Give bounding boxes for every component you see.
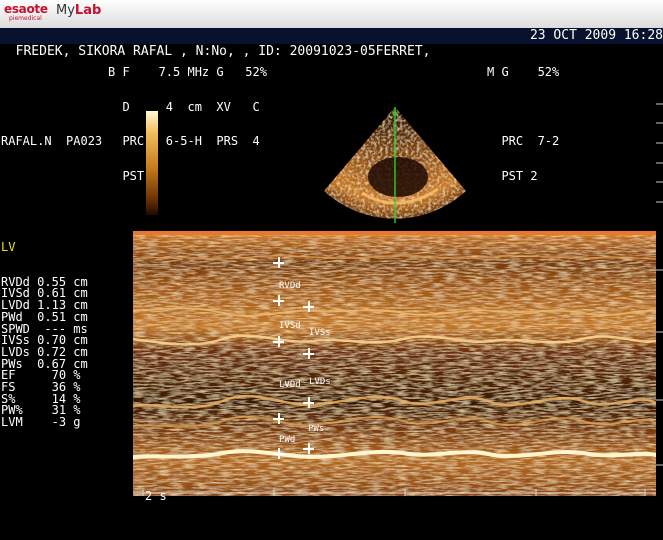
depth-scale xyxy=(656,103,663,466)
bmode-param-line: PRC 6-5-H PRS 4 xyxy=(108,134,260,149)
caliper-marker-ivsd-start[interactable] xyxy=(273,295,284,306)
mmode-param-line: PRC 7-2 xyxy=(487,134,560,149)
mmode-trace-image xyxy=(133,231,656,496)
measurement-label: LVM xyxy=(1,415,30,430)
measurement-group-label: LV xyxy=(1,239,16,254)
measurement-value: -3 xyxy=(37,415,67,430)
caliper-marker-pws-end[interactable] xyxy=(303,443,314,454)
mylab-logo: MyLab xyxy=(56,3,101,18)
exam-datetime: 23 OCT 2009 16:28 xyxy=(529,28,663,43)
caliper-marker-lvdd-end[interactable] xyxy=(273,413,284,424)
rvdd-label: RVDd xyxy=(279,281,301,291)
operator-id: RAFAL.N PA023 xyxy=(1,134,103,149)
measurement-rows: RVDd 0.55 cm IVSd 0.61 cm LVDd 1.13 cm PWd … xyxy=(1,276,102,430)
esaote-logo: esaote xyxy=(4,2,48,16)
mylab-logo-suffix: Lab xyxy=(74,3,102,18)
pws-label: PWs xyxy=(308,424,325,434)
ivss-label: IVSs xyxy=(309,328,331,338)
bmode-param-line: B F 7.5 MHz G 52% xyxy=(108,65,267,79)
mmode-parameters: M G 52% PRC 7-2 PST 2 xyxy=(487,44,559,194)
ventricle-cavity xyxy=(368,157,428,197)
mmode-param-line xyxy=(487,102,559,114)
caliper-marker-ivss-start[interactable] xyxy=(303,301,314,312)
patient-info-bar: FREDEK, SIKORA RAFAL , N:No, , ID: 20091… xyxy=(0,28,663,59)
mylab-logo-prefix: My xyxy=(56,3,75,18)
cursor-marker xyxy=(393,111,397,115)
caliper-marker-lvds-end[interactable] xyxy=(303,397,314,408)
bmode-sector-image xyxy=(324,107,466,223)
brand-bar: esaote piemedical MyLab xyxy=(0,0,663,28)
bmode-param-line: D 4 cm XV C xyxy=(108,99,260,114)
esaote-logo-subtitle: piemedical xyxy=(9,15,42,22)
mmode-param-line: PST 2 xyxy=(487,169,538,184)
mmode-param-line: M G 52% xyxy=(487,65,560,79)
caliper-marker-lvds-start[interactable] xyxy=(303,348,314,359)
time-scale-label: 2 s xyxy=(145,489,167,503)
color-map-bar xyxy=(146,111,158,215)
mmode-top-band xyxy=(133,231,656,235)
measurement-panel: RAFAL.N PA023 LV RVDd 0.55 cm IVSd 0.61 c… xyxy=(1,113,102,440)
caliper-marker-lvdd-start[interactable] xyxy=(273,336,284,347)
measurement-row: LVM -3 g xyxy=(1,415,102,430)
ivsd-label: IVSd xyxy=(279,321,301,331)
caliper-marker-pwd-end[interactable] xyxy=(273,448,284,459)
measurement-unit: g xyxy=(73,415,81,430)
lvds-label: LVDs xyxy=(309,377,331,387)
lvdd-label: LVDd xyxy=(279,380,301,390)
bmode-parameters: B F 7.5 MHz G 52% D 4 cm XV C PRC 6-5-H … xyxy=(108,44,267,194)
bmode-param-line: PST 2 xyxy=(108,169,159,184)
caliper-marker-rvdd-start[interactable] xyxy=(273,257,284,268)
pwd-label: PWd xyxy=(279,435,296,445)
